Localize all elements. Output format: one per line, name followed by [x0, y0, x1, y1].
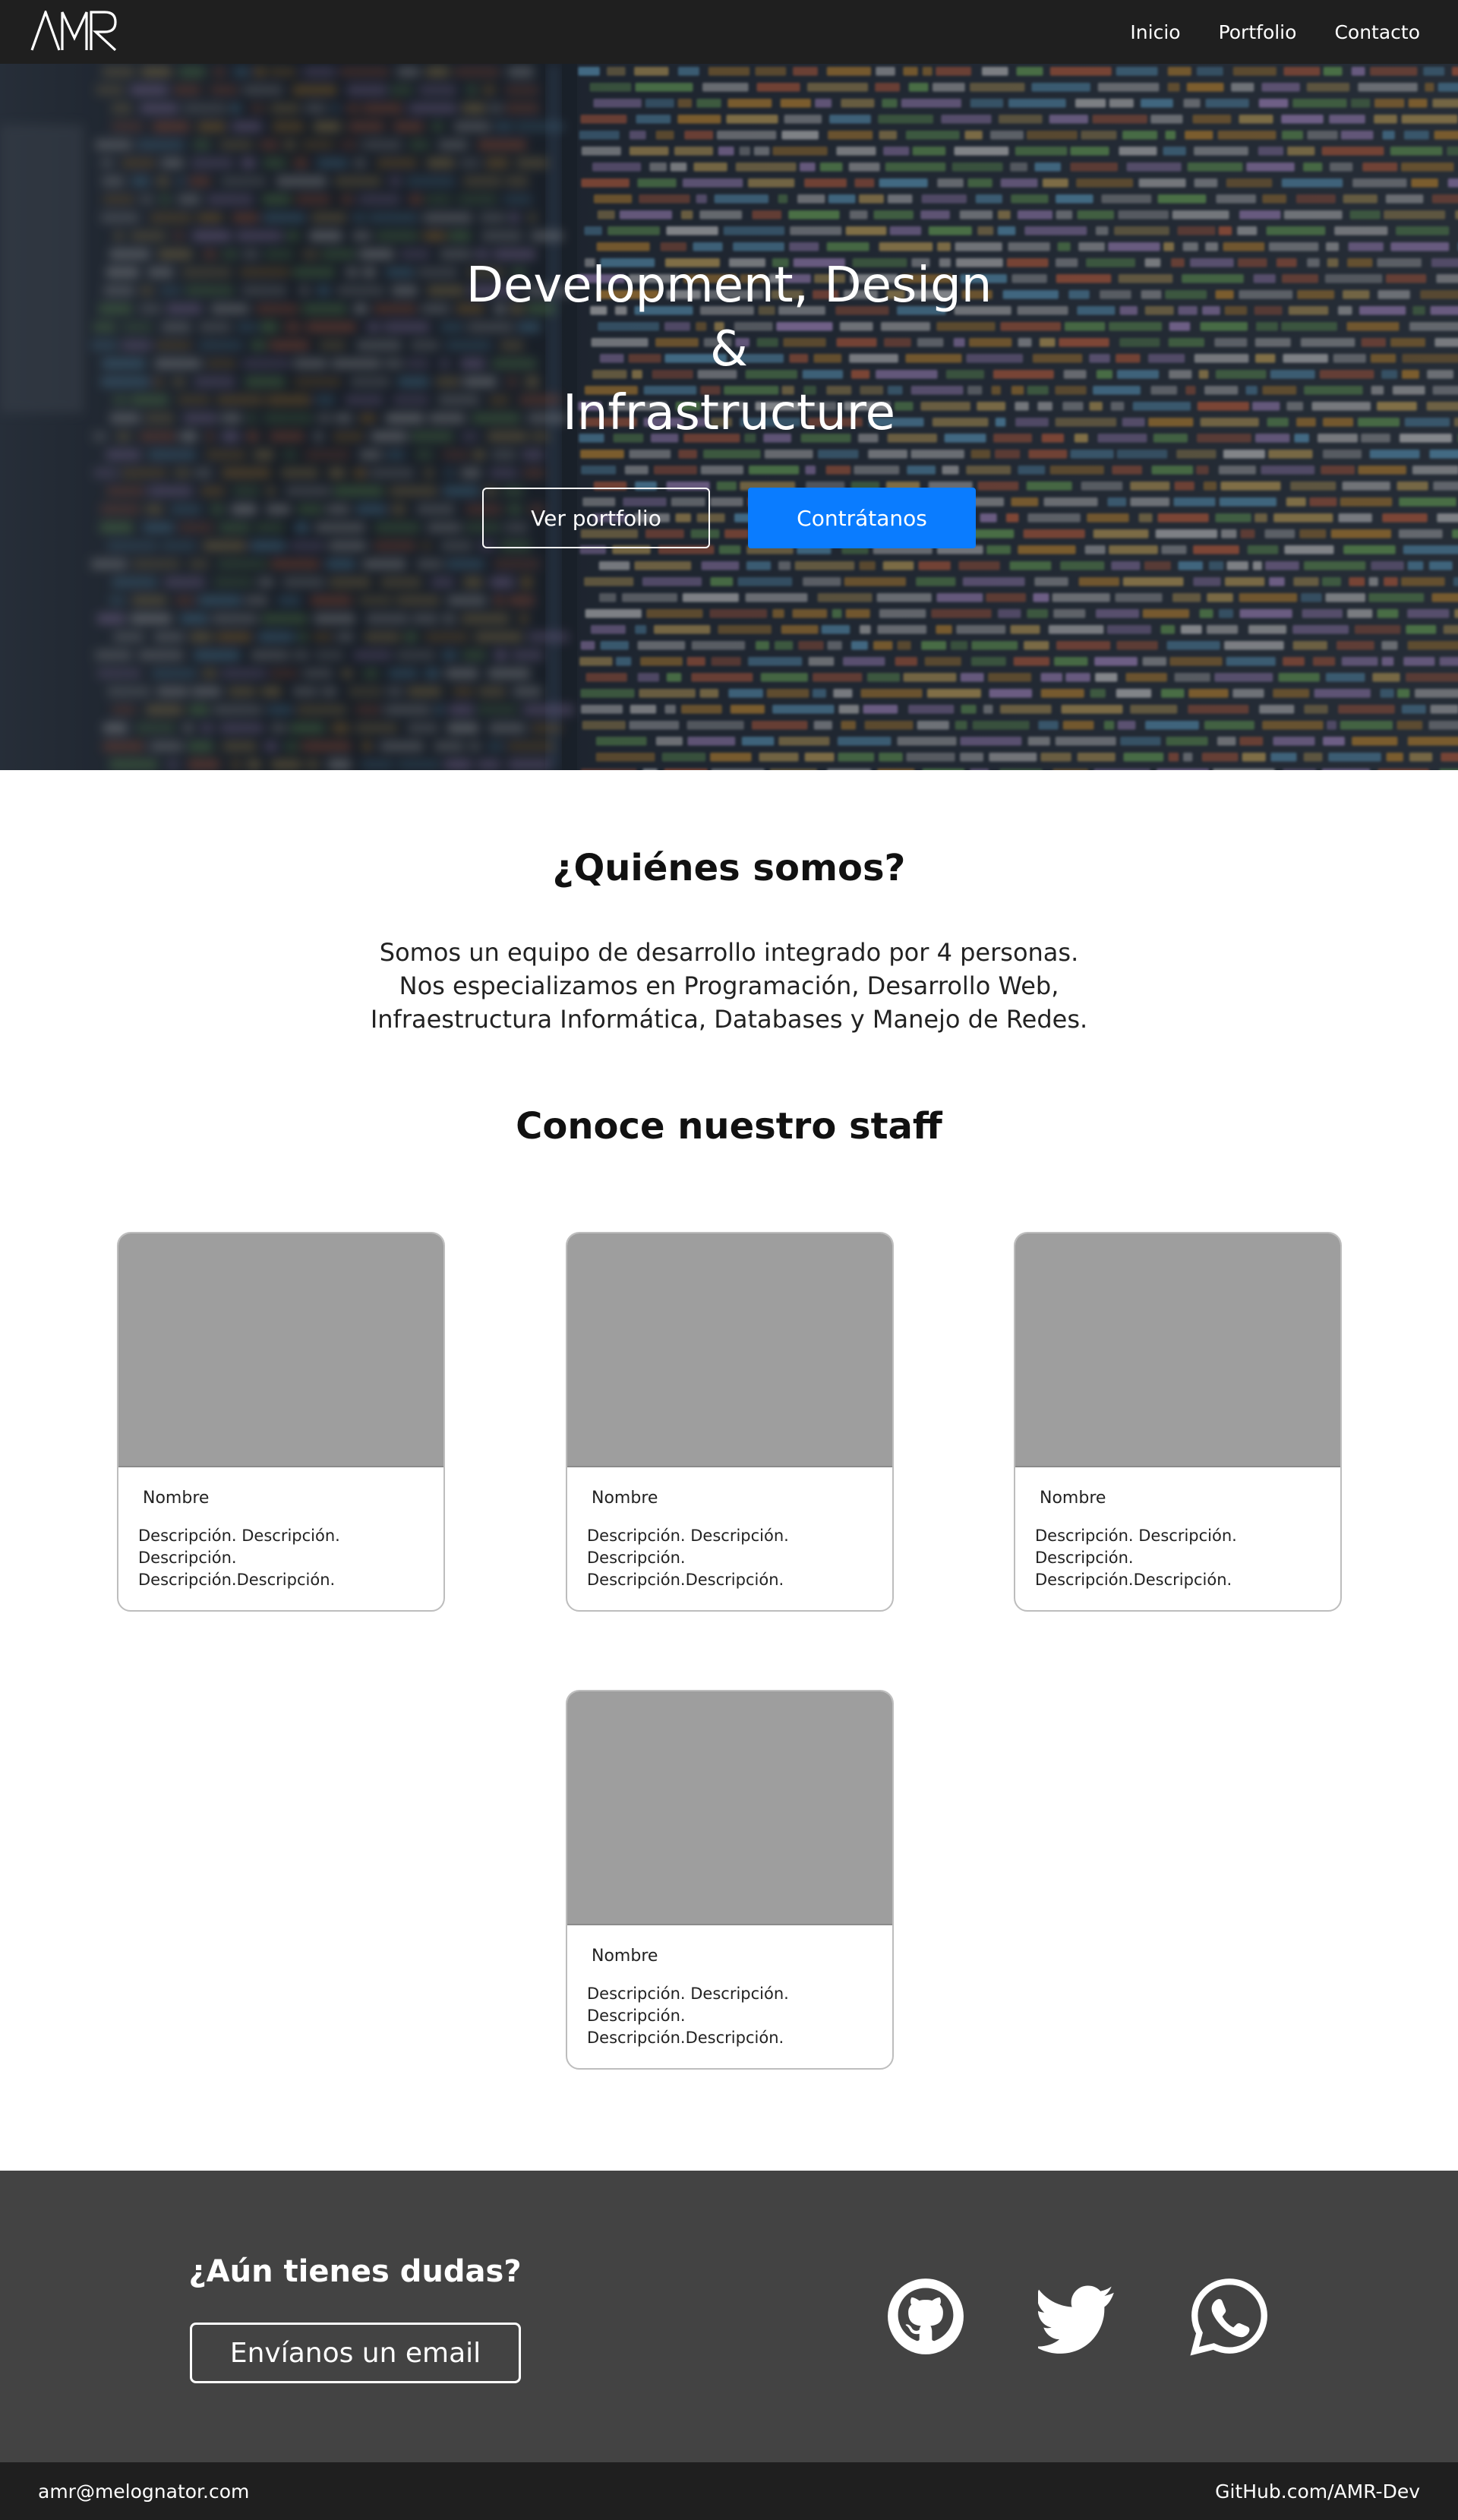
staff-desc-line: Descripción. — [587, 2007, 686, 2025]
staff-desc-line: Descripción. Descripción. — [1035, 1527, 1237, 1545]
staff-desc-line: Descripción. — [1035, 1549, 1134, 1567]
staff-photo-placeholder — [567, 1691, 892, 1925]
staff-description: Descripción. Descripción. Descripción. D… — [587, 1525, 876, 1591]
bottom-bar: amr@melognator.com GitHub.com/AMR-Dev — [0, 2462, 1458, 2520]
hero-title: Development, Design & Infrastructure — [0, 254, 1458, 445]
view-portfolio-button[interactable]: Ver portfolio — [482, 488, 710, 548]
staff-name: Nombre — [143, 1489, 210, 1508]
staff-card[interactable]: Nombre Descripción. Descripción. Descrip… — [117, 1232, 445, 1612]
about-title: ¿Quiénes somos? — [552, 847, 906, 889]
hero-section: Development, Design & Infrastructure Ver… — [0, 64, 1458, 770]
whatsapp-icon[interactable] — [1190, 2277, 1269, 2356]
hero-title-line: Infrastructure — [563, 385, 895, 441]
about-line: Infraestructura Informática, Databases y… — [370, 1005, 1088, 1034]
send-email-button[interactable]: Envíanos un email — [190, 2323, 521, 2383]
staff-name: Nombre — [592, 1947, 658, 1966]
hero-title-line: & — [710, 321, 748, 377]
nav-link-inicio[interactable]: Inicio — [1130, 21, 1180, 43]
staff-card[interactable]: Nombre Descripción. Descripción. Descrip… — [1014, 1232, 1342, 1612]
staff-desc-line: Descripción.Descripción. — [138, 1571, 336, 1589]
staff-name: Nombre — [592, 1489, 658, 1508]
staff-photo-placeholder — [567, 1233, 892, 1467]
hero-title-line: Development, Design — [465, 257, 993, 314]
staff-desc-line: Descripción. — [138, 1549, 237, 1567]
staff-desc-line: Descripción.Descripción. — [587, 1571, 784, 1589]
github-icon[interactable] — [886, 2277, 965, 2356]
navbar: Inicio Portfolio Contacto — [0, 0, 1458, 64]
staff-desc-line: Descripción. — [587, 1549, 686, 1567]
staff-desc-line: Descripción. Descripción. — [587, 1527, 789, 1545]
staff-desc-line: Descripción. Descripción. — [138, 1527, 340, 1545]
staff-card[interactable]: Nombre Descripción. Descripción. Descrip… — [566, 1232, 894, 1612]
amr-logo[interactable] — [30, 11, 120, 52]
about-line: Somos un equipo de desarrollo integrado … — [379, 938, 1079, 967]
staff-desc-line: Descripción. Descripción. — [587, 1985, 789, 2003]
staff-description: Descripción. Descripción. Descripción. D… — [138, 1525, 427, 1591]
staff-card[interactable]: Nombre Descripción. Descripción. Descrip… — [566, 1690, 894, 2070]
staff-title: Conoce nuestro staff — [516, 1105, 942, 1148]
nav-link-portfolio[interactable]: Portfolio — [1219, 21, 1297, 43]
nav-links: Inicio Portfolio Contacto — [1130, 0, 1420, 64]
github-link[interactable]: GitHub.com/AMR-Dev — [1215, 2462, 1420, 2520]
footer-contact-section: ¿Aún tienes dudas? Envíanos un email — [0, 2171, 1458, 2462]
staff-photo-placeholder — [1015, 1233, 1340, 1467]
twitter-icon[interactable] — [1038, 2277, 1117, 2356]
about-description: Somos un equipo de desarrollo integrado … — [0, 936, 1458, 1036]
nav-link-contacto[interactable]: Contacto — [1334, 21, 1420, 43]
staff-description: Descripción. Descripción. Descripción. D… — [1035, 1525, 1324, 1591]
hire-us-button[interactable]: Contrátanos — [748, 488, 976, 548]
contact-email-link[interactable]: amr@melognator.com — [38, 2462, 249, 2520]
staff-desc-line: Descripción.Descripción. — [1035, 1571, 1232, 1589]
footer-title: ¿Aún tienes dudas? — [188, 2254, 522, 2289]
staff-description: Descripción. Descripción. Descripción. D… — [587, 1983, 876, 2049]
staff-photo-placeholder — [118, 1233, 443, 1467]
about-line: Nos especializamos en Programación, Desa… — [399, 971, 1059, 1000]
staff-name: Nombre — [1040, 1489, 1106, 1508]
staff-desc-line: Descripción.Descripción. — [587, 2029, 784, 2047]
